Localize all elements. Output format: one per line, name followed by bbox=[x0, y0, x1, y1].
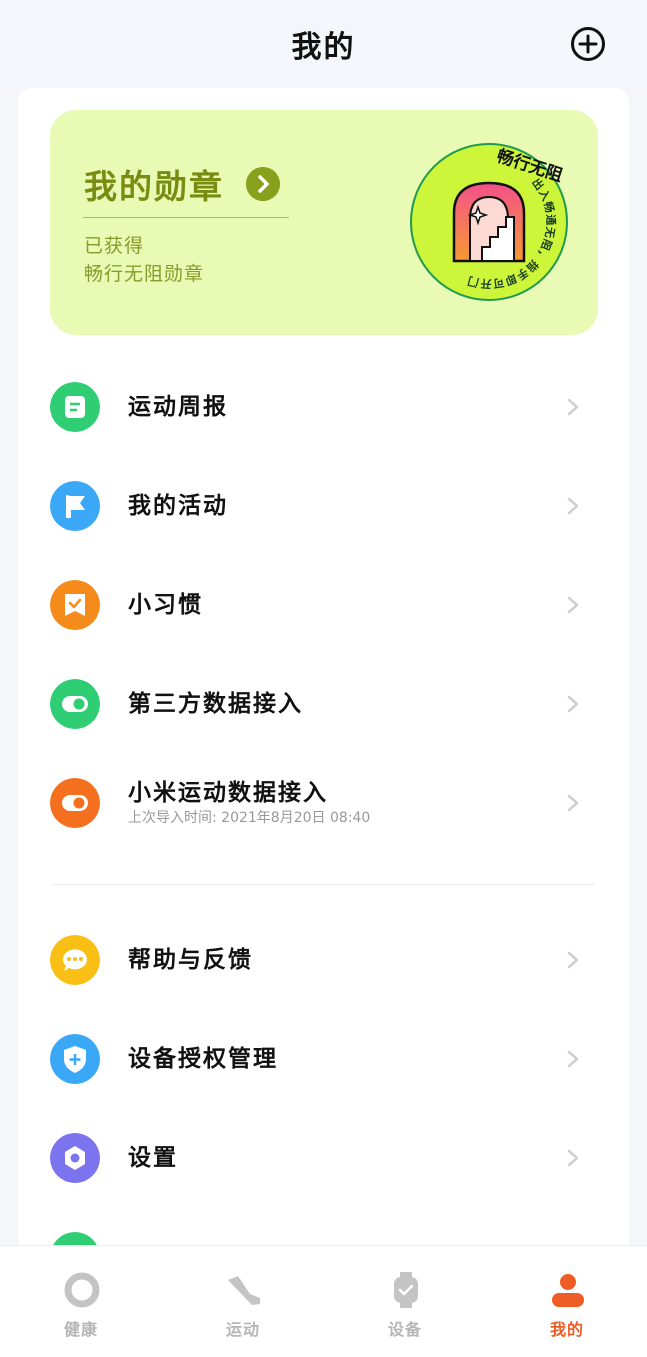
menu-item-device-authorization[interactable]: 设备授权管理 bbox=[50, 1029, 590, 1089]
shoe-icon bbox=[228, 1276, 260, 1305]
badge-name-text: 畅行无阻勋章 bbox=[84, 263, 205, 285]
plus-circle-icon[interactable] bbox=[570, 26, 606, 62]
menu-item-habits[interactable]: 小习惯 bbox=[50, 575, 590, 635]
menu-item-label: 设置 bbox=[128, 1144, 178, 1171]
menu-item-label: 小米运动数据接入 bbox=[128, 779, 328, 806]
chevron-right-icon bbox=[567, 398, 579, 416]
shield-plus-icon bbox=[50, 1034, 100, 1084]
menu-item-label: 帮助与反馈 bbox=[128, 946, 253, 973]
menu-item-weekly-report[interactable]: 运动周报 bbox=[50, 377, 590, 437]
menu-item-third-party-data[interactable]: 第三方数据接入 bbox=[50, 674, 590, 734]
flag-icon bbox=[50, 481, 100, 531]
menu-item-label: 运动周报 bbox=[128, 393, 228, 420]
chevron-right-icon[interactable] bbox=[246, 167, 280, 201]
chevron-right-icon bbox=[567, 951, 579, 969]
tab-health[interactable]: 健康 bbox=[0, 1246, 162, 1357]
menu-item-settings[interactable]: 设置 bbox=[50, 1128, 590, 1188]
page-title: 我的 bbox=[291, 30, 356, 65]
menu-item-label: 我的活动 bbox=[128, 492, 228, 519]
chevron-right-icon bbox=[567, 794, 579, 812]
menu-item-label: 设备授权管理 bbox=[128, 1045, 278, 1072]
section-divider bbox=[52, 884, 595, 885]
gear-icon bbox=[50, 1133, 100, 1183]
menu-item-my-activities[interactable]: 我的活动 bbox=[50, 476, 590, 536]
watch-icon bbox=[394, 1272, 418, 1308]
bottom-tab-bar: 健康 运动 设备 我的 bbox=[0, 1245, 647, 1357]
chevron-right-icon bbox=[567, 695, 579, 713]
chevron-right-icon bbox=[567, 1050, 579, 1068]
toggle-link-icon bbox=[50, 778, 100, 828]
tab-label: 健康 bbox=[63, 1320, 98, 1339]
chevron-right-icon bbox=[567, 596, 579, 614]
chevron-right-icon bbox=[567, 1149, 579, 1167]
person-icon bbox=[552, 1274, 584, 1307]
medal-icon[interactable]: 出入畅通无阻，指手即可开门 畅行无阻 bbox=[410, 143, 568, 301]
toggle-link-icon bbox=[50, 679, 100, 729]
chevron-right-icon bbox=[567, 497, 579, 515]
menu-item-label: 第三方数据接入 bbox=[128, 690, 303, 717]
tab-sport[interactable]: 运动 bbox=[162, 1246, 324, 1357]
habit-check-icon bbox=[50, 580, 100, 630]
tab-mine[interactable]: 我的 bbox=[486, 1246, 647, 1357]
menu-item-mi-fit-data[interactable]: 小米运动数据接入 上次导入时间: 2021年8月20日 08:40 bbox=[50, 773, 590, 833]
badge-divider bbox=[83, 217, 289, 218]
tab-label: 设备 bbox=[387, 1320, 422, 1339]
ring-icon bbox=[64, 1272, 100, 1308]
menu-item-label: 小习惯 bbox=[128, 591, 203, 618]
menu-item-help-feedback[interactable]: 帮助与反馈 bbox=[50, 930, 590, 990]
badge-title: 我的勋章 bbox=[84, 167, 224, 206]
tab-label: 我的 bbox=[549, 1320, 584, 1339]
chat-bubble-icon bbox=[50, 935, 100, 985]
tab-label: 运动 bbox=[225, 1320, 260, 1339]
badge-status-text: 已获得 bbox=[84, 235, 145, 257]
report-icon bbox=[50, 382, 100, 432]
top-header: 我的 bbox=[0, 0, 647, 88]
badge-card[interactable]: 我的勋章 已获得 畅行无阻勋章 出入畅通无阻，指手即可开门 畅行无阻 bbox=[50, 110, 598, 335]
tab-device[interactable]: 设备 bbox=[324, 1246, 486, 1357]
last-import-time: 上次导入时间: 2021年8月20日 08:40 bbox=[128, 810, 371, 826]
